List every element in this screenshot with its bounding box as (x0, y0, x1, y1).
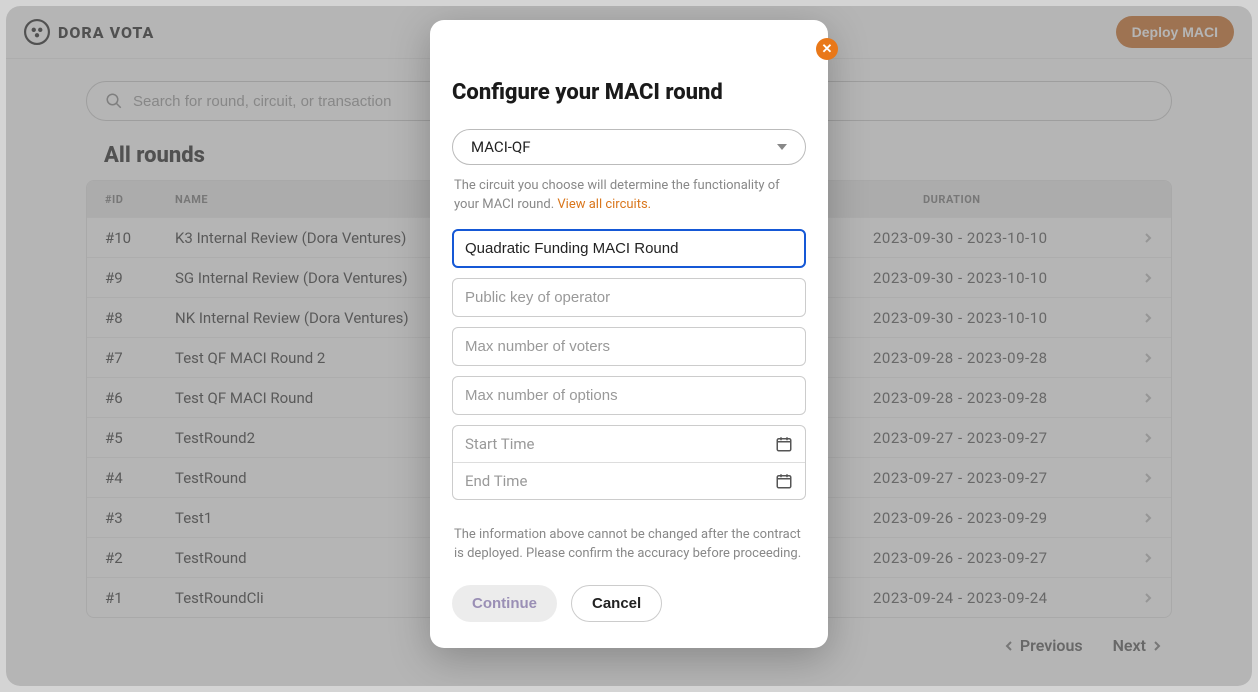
end-time-input[interactable]: End Time (453, 462, 805, 499)
continue-button[interactable]: Continue (452, 585, 557, 622)
start-time-label: Start Time (465, 435, 534, 453)
modal-title: Configure your MACI round (452, 80, 806, 105)
chevron-down-icon (777, 144, 787, 150)
end-time-label: End Time (465, 472, 527, 490)
view-circuits-link[interactable]: View all circuits. (557, 197, 651, 212)
calendar-icon (775, 435, 793, 453)
circuit-select-value: MACI-QF (471, 138, 531, 156)
max-voters-input[interactable] (452, 327, 806, 366)
configure-round-modal: ✕ Configure your MACI round MACI-QF The … (430, 20, 828, 648)
circuit-select[interactable]: MACI-QF (452, 129, 806, 165)
modal-note: The information above cannot be changed … (454, 526, 804, 564)
circuit-helper: The circuit you choose will determine th… (454, 177, 804, 215)
modal-actions: Continue Cancel (452, 585, 806, 622)
date-range-group: Start Time End Time (452, 425, 806, 500)
max-options-input[interactable] (452, 376, 806, 415)
modal-overlay[interactable]: ✕ Configure your MACI round MACI-QF The … (6, 6, 1252, 686)
app-frame: DORA VOTA Rounds Circuits Transactions D… (6, 6, 1252, 686)
calendar-icon (775, 472, 793, 490)
operator-key-input[interactable] (452, 278, 806, 317)
start-time-input[interactable]: Start Time (453, 426, 805, 462)
close-icon[interactable]: ✕ (816, 38, 838, 60)
cancel-button[interactable]: Cancel (571, 585, 662, 622)
round-name-input[interactable] (452, 229, 806, 268)
